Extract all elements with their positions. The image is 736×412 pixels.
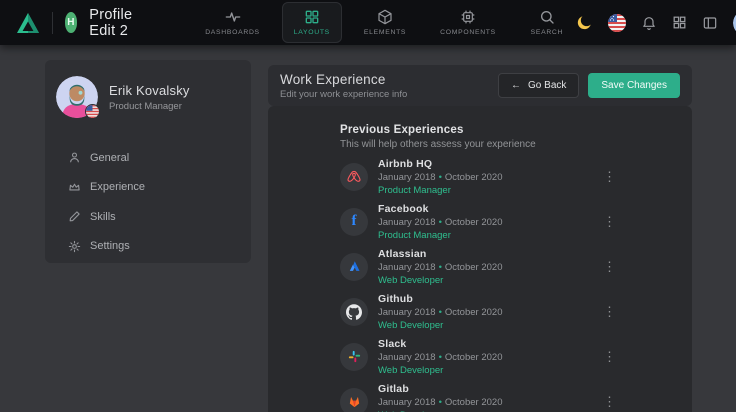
user-role: Product Manager (109, 101, 190, 112)
nav-components[interactable]: COMPONENTS (428, 2, 508, 43)
dark-mode-moon-icon[interactable] (576, 14, 593, 31)
dot-separator: • (439, 307, 442, 318)
atlassian-logo-icon (340, 253, 368, 281)
nav-search[interactable]: SEARCH (518, 2, 576, 43)
cpu-icon (460, 9, 476, 25)
left-arrow-icon: ← (511, 80, 521, 91)
nav-label: LAYOUTS (294, 29, 330, 36)
apps-grid-icon[interactable] (672, 15, 687, 30)
save-changes-button[interactable]: Save Changes (588, 73, 680, 98)
job-role: Web Developer (378, 320, 502, 331)
company-name: Airbnb HQ (378, 158, 502, 170)
experience-row: Airbnb HQ January 2018•October 2020 Prod… (340, 154, 620, 199)
grid-layout-icon (304, 9, 320, 25)
nav-dashboards[interactable]: DASHBOARDS (193, 2, 272, 43)
pulse-icon (225, 9, 241, 25)
row-menu-kebab-icon[interactable]: ⋮ (599, 394, 620, 410)
search-icon (539, 9, 555, 25)
workspace-badge: H (65, 12, 78, 33)
user-summary: Erik Kovalsky Product Manager (45, 60, 251, 118)
airbnb-logo-icon (340, 163, 368, 191)
dot-separator: • (439, 352, 442, 363)
experience-row: Github January 2018•October 2020 Web Dev… (340, 289, 620, 334)
job-role: Web Developer (378, 365, 502, 376)
github-logo-icon (340, 298, 368, 326)
date-range: January 2018•October 2020 (378, 307, 502, 318)
gear-icon (68, 240, 81, 253)
profile-menu: General Experience Skills (45, 143, 251, 261)
menu-label: Skills (90, 211, 116, 223)
job-role: Web Developer (378, 275, 502, 286)
experience-row: Gitlab January 2018•October 2020 Web Dev… (340, 379, 620, 412)
dot-separator: • (439, 172, 442, 183)
list-heading: Previous Experiences (340, 124, 692, 136)
menu-label: General (90, 152, 129, 164)
section-title: Work Experience (280, 72, 407, 87)
language-flag-icon[interactable] (608, 14, 626, 32)
page-body: Erik Kovalsky Product Manager General (0, 45, 736, 412)
nav-label: SEARCH (531, 29, 564, 36)
main-nav: DASHBOARDS LAYOUTS ELEMENTS (193, 2, 576, 43)
row-menu-kebab-icon[interactable]: ⋮ (599, 304, 620, 320)
menu-item-skills[interactable]: Skills (68, 202, 251, 232)
dot-separator: • (439, 217, 442, 228)
sidebar-panel-icon[interactable] (702, 15, 718, 31)
row-menu-kebab-icon[interactable]: ⋮ (599, 349, 620, 365)
notifications-bell-icon[interactable] (641, 15, 657, 31)
facebook-logo-icon: f (340, 208, 368, 236)
company-name: Facebook (378, 203, 502, 215)
crown-icon (68, 181, 81, 194)
nav-label: COMPONENTS (440, 29, 496, 36)
content-header: Work Experience Edit your work experienc… (268, 65, 692, 106)
company-name: Gitlab (378, 383, 502, 395)
nav-layouts[interactable]: LAYOUTS (282, 2, 342, 43)
menu-item-experience[interactable]: Experience (68, 173, 251, 203)
slack-logo-icon (340, 343, 368, 371)
row-menu-kebab-icon[interactable]: ⋮ (599, 259, 620, 275)
job-role: Product Manager (378, 185, 502, 196)
date-range: January 2018•October 2020 (378, 352, 502, 363)
nav-label: DASHBOARDS (205, 29, 260, 36)
row-menu-kebab-icon[interactable]: ⋮ (599, 214, 620, 230)
section-subtitle: Edit your work experience info (280, 89, 407, 100)
nav-label: ELEMENTS (364, 29, 406, 36)
cube-icon (377, 9, 393, 25)
nationality-flag-icon (85, 104, 100, 119)
menu-item-settings[interactable]: Settings (68, 232, 251, 262)
app-logo-icon[interactable] (16, 12, 40, 34)
date-range: January 2018•October 2020 (378, 397, 502, 408)
experience-row: Slack January 2018•October 2020 Web Deve… (340, 334, 620, 379)
menu-label: Experience (90, 181, 145, 193)
menu-label: Settings (90, 240, 130, 252)
job-role: Product Manager (378, 230, 502, 241)
row-menu-kebab-icon[interactable]: ⋮ (599, 169, 620, 185)
nav-elements[interactable]: ELEMENTS (352, 2, 418, 43)
divider (52, 12, 53, 34)
dot-separator: • (439, 262, 442, 273)
list-subheading: This will help others assess your experi… (340, 139, 692, 150)
date-range: January 2018•October 2020 (378, 172, 502, 183)
dot-separator: • (439, 397, 442, 408)
date-range: January 2018•October 2020 (378, 217, 502, 228)
company-name: Slack (378, 338, 502, 350)
company-name: Github (378, 293, 502, 305)
profile-sidebar: Erik Kovalsky Product Manager General (45, 60, 251, 263)
user-name: Erik Kovalsky (109, 83, 190, 98)
go-back-label: Go Back (528, 80, 566, 91)
gitlab-logo-icon (340, 388, 368, 412)
pen-icon (68, 210, 81, 223)
experience-row: f Facebook January 2018•October 2020 Pro… (340, 199, 620, 244)
experience-row: Atlassian January 2018•October 2020 Web … (340, 244, 620, 289)
date-range: January 2018•October 2020 (378, 262, 502, 273)
go-back-button[interactable]: ← Go Back (498, 73, 579, 98)
page-title: Profile Edit 2 (89, 7, 141, 39)
menu-item-general[interactable]: General (68, 143, 251, 173)
person-icon (68, 151, 81, 164)
experience-panel: Previous Experiences This will help othe… (268, 106, 692, 412)
experience-list: Airbnb HQ January 2018•October 2020 Prod… (340, 154, 620, 412)
company-name: Atlassian (378, 248, 502, 260)
topbar: H Profile Edit 2 DASHBOARDS LAYOUTS (0, 0, 736, 45)
